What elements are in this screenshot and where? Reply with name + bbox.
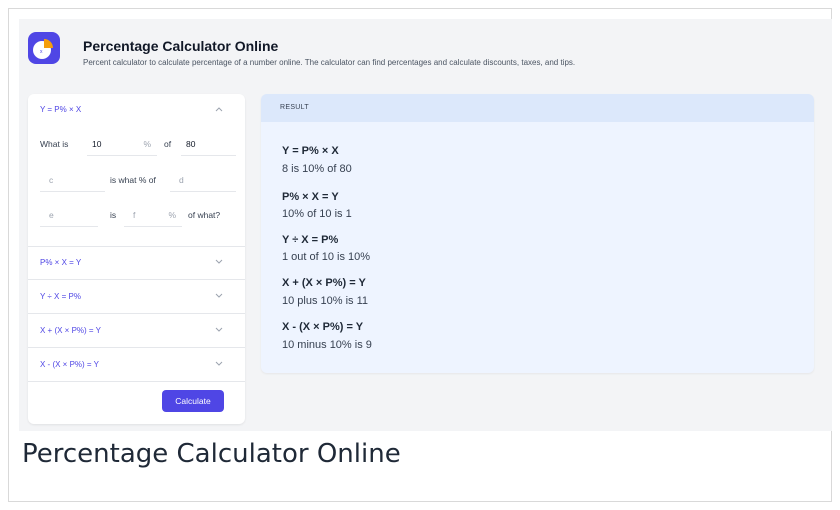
result-header: RESULT (261, 94, 814, 122)
page-heading: Percentage Calculator Online (22, 439, 401, 469)
result-formula: X - (X × P%) = Y (282, 321, 364, 333)
percent-input[interactable]: 10 % (87, 134, 157, 156)
percent-input-value: 10 (92, 139, 102, 149)
calculator-logo-icon: x (28, 32, 60, 64)
form-row-of-what: e is f % of what? (40, 205, 236, 227)
result-value: 10% of 10 is 1 (282, 208, 352, 220)
result-formula: Y ÷ X = P% (282, 234, 339, 246)
chevron-down-icon (215, 293, 223, 298)
accordion-x-minus-percent[interactable]: X - (X × P%) = Y (28, 349, 245, 382)
percent-suffix: % (143, 139, 151, 149)
calculator-app: x Percentage Calculator Online Percent c… (19, 19, 832, 431)
d-input[interactable]: d (170, 170, 236, 192)
of-label: of (164, 139, 172, 149)
accordion-label: X - (X × P%) = Y (40, 360, 99, 369)
result-formula: Y = P% × X (282, 145, 339, 157)
accordion-label: Y = P% × X (40, 105, 82, 114)
accordion-x-plus-percent[interactable]: X + (X × P%) = Y (28, 315, 245, 348)
accordion-y-equals-p-times-x[interactable]: Y = P% × X (28, 94, 245, 127)
result-formula: P% × X = Y (282, 191, 339, 203)
calculate-button[interactable]: Calculate (162, 390, 224, 412)
is-what-percent-label: is what % of (110, 175, 156, 185)
form-row-what-is: What is 10 % of 80 (40, 134, 236, 156)
f-input[interactable]: f % (124, 205, 182, 227)
accordion-p-times-x-equals-y[interactable]: P% × X = Y (28, 247, 245, 280)
f-placeholder: f (133, 210, 136, 220)
accordion-label: Y ÷ X = P% (40, 292, 81, 301)
result-formula: X + (X × P%) = Y (282, 277, 366, 289)
result-card: RESULT Y = P% × X 8 is 10% of 80 P% × X … (261, 94, 814, 373)
result-value: 10 plus 10% is 11 (282, 295, 369, 307)
result-value: 10 minus 10% is 9 (282, 339, 372, 351)
e-placeholder: e (49, 210, 54, 220)
app-header: x Percentage Calculator Online Percent c… (28, 29, 818, 77)
result-header-label: RESULT (280, 104, 309, 111)
is-label: is (110, 210, 117, 220)
calculator-form-card: Y = P% × X What is 10 % of 80 c is what … (28, 94, 245, 424)
accordion-label: X + (X × P%) = Y (40, 326, 101, 335)
number-x-value: 80 (186, 139, 196, 149)
form-row-is-what-percent: c is what % of d (40, 170, 236, 192)
d-placeholder: d (179, 175, 184, 185)
chevron-up-icon (215, 107, 223, 112)
c-input[interactable]: c (40, 170, 105, 192)
percent-suffix: % (168, 210, 176, 220)
chevron-down-icon (215, 259, 223, 264)
what-is-label: What is (40, 139, 69, 149)
accordion-y-div-x-equals-p[interactable]: Y ÷ X = P% (28, 281, 245, 314)
app-title: Percentage Calculator Online (83, 38, 279, 54)
chevron-down-icon (215, 361, 223, 366)
of-what-label: of what? (188, 210, 221, 220)
number-x-input[interactable]: 80 (181, 134, 236, 156)
result-value: 8 is 10% of 80 (282, 163, 352, 175)
app-subtitle: Percent calculator to calculate percenta… (83, 58, 576, 67)
chevron-down-icon (215, 327, 223, 332)
accordion-label: P% × X = Y (40, 258, 82, 267)
e-input[interactable]: e (40, 205, 98, 227)
result-value: 1 out of 10 is 10% (282, 251, 371, 263)
c-placeholder: c (49, 175, 54, 185)
